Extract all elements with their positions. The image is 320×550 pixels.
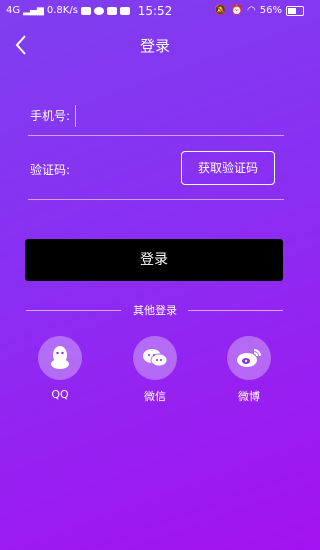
- phone-divider: [28, 135, 284, 136]
- get-code-button[interactable]: 获取验证码: [181, 151, 275, 185]
- mute-icon: 🔕: [214, 5, 227, 16]
- qq-login-button[interactable]: QQ: [30, 336, 90, 401]
- weibo-icon: [237, 349, 261, 367]
- weibo-icon-circle: [227, 336, 271, 380]
- status-bar: 4G ▂▄▆ 0.8K/s 15:52 🔕 ⏰ ◠ 56%: [0, 0, 310, 24]
- battery-percent: 56%: [259, 5, 282, 16]
- wechat-login-button[interactable]: 微信: [125, 336, 185, 404]
- weibo-label: 微博: [238, 390, 260, 403]
- status-right: 🔕 ⏰ ◠ 56%: [214, 5, 304, 16]
- wechat-icon-circle: [133, 336, 177, 380]
- weibo-login-button[interactable]: 微博: [219, 336, 279, 404]
- code-label: 验证码:: [30, 163, 71, 177]
- qq-label: QQ: [51, 388, 69, 401]
- other-login-right-line: [188, 310, 283, 311]
- qq-icon-circle: [38, 336, 82, 380]
- login-button[interactable]: 登录: [25, 239, 283, 281]
- battery-icon: [286, 5, 304, 16]
- wechat-label: 微信: [144, 390, 166, 403]
- phone-input[interactable]: [75, 105, 285, 127]
- code-divider: [28, 199, 284, 200]
- qq-icon: [51, 346, 69, 369]
- wechat-icon: [143, 349, 168, 367]
- header: 登录: [0, 30, 310, 60]
- page-title: 登录: [139, 37, 170, 55]
- wifi-icon: ◠: [247, 5, 256, 16]
- phone-label: 手机号:: [30, 109, 71, 123]
- alarm-icon: ⏰: [230, 5, 244, 16]
